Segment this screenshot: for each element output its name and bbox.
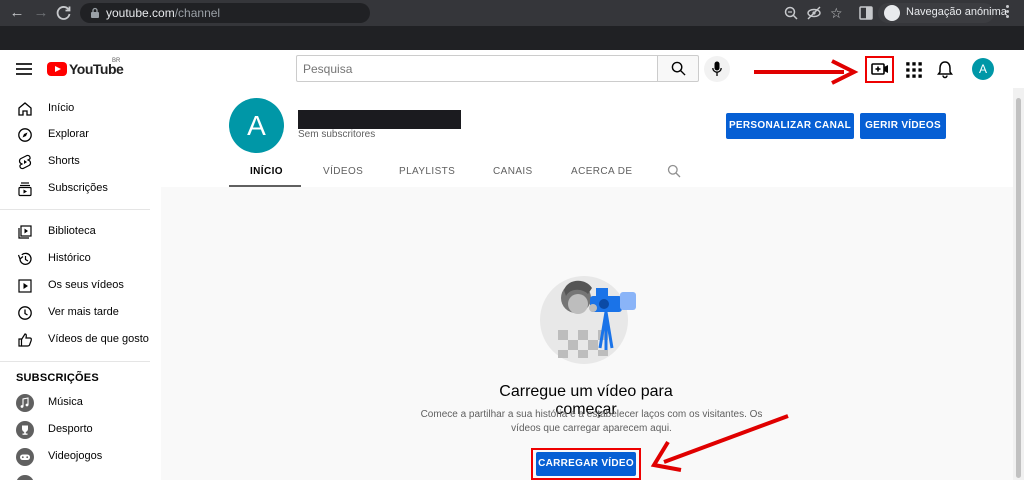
search-input[interactable]: Pesquisa (296, 55, 658, 82)
address-bar[interactable]: youtube.com/channel (80, 3, 370, 23)
sidebar-item-label: Shorts (48, 155, 80, 167)
upload-video-button[interactable]: CARREGAR VÍDEO (536, 452, 636, 476)
music-icon (16, 394, 34, 412)
zoom-icon[interactable] (783, 5, 799, 21)
sidebar-item-label: Música (48, 396, 83, 408)
sidebar-item-sports[interactable]: Desporto (0, 417, 161, 443)
scrollbar-thumb[interactable] (1016, 98, 1021, 478)
trophy-icon (16, 421, 34, 439)
incognito-icon (884, 5, 900, 21)
sidebar-item-home[interactable]: Início (0, 96, 161, 122)
active-tab-indicator (229, 185, 301, 187)
sidebar-item-explore[interactable]: Explorar (0, 122, 161, 148)
channel-name-redacted (298, 110, 461, 129)
sidebar-item-label: Os seus vídeos (48, 279, 124, 291)
page-scrollbar[interactable] (1013, 88, 1024, 480)
voice-search-button[interactable] (704, 56, 730, 82)
youtube-logo-icon[interactable] (47, 62, 67, 76)
create-video-icon[interactable] (870, 59, 890, 79)
region-code: BR (112, 58, 121, 64)
shorts-icon (18, 154, 32, 170)
youtube-header: YouTube BR Pesquisa A (0, 50, 1024, 88)
eye-slash-icon[interactable] (806, 5, 822, 21)
sidebar-item-history[interactable]: Histórico (0, 246, 161, 272)
reload-icon[interactable] (55, 4, 73, 22)
library-icon (18, 225, 32, 239)
subscriptions-icon (18, 182, 32, 197)
microphone-icon (712, 61, 722, 76)
tab-videos[interactable]: VÍDEOS (323, 166, 363, 177)
search-icon (671, 61, 686, 76)
tab-home[interactable]: INÍCIO (250, 166, 283, 177)
manage-videos-button[interactable]: GERIR VÍDEOS (860, 113, 946, 139)
url-text: youtube.com/channel (106, 6, 221, 20)
annotation-arrow-icon (650, 414, 789, 472)
compass-icon (18, 128, 32, 142)
lock-icon (91, 7, 99, 18)
sidebar-item-your-videos[interactable]: Os seus vídeos (0, 273, 161, 299)
channel-avatar[interactable]: A (229, 98, 284, 153)
channel-avatar-icon (16, 475, 34, 480)
bell-icon[interactable] (935, 59, 955, 79)
upload-button-highlight: CARREGAR VÍDEO (531, 448, 641, 480)
browser-toolbar: ← → youtube.com/channel ☆ Navegação anón… (0, 0, 1024, 26)
side-panel-icon[interactable] (858, 5, 874, 21)
tab-playlists[interactable]: PLAYLISTS (399, 166, 455, 177)
sidebar-item-label: Histórico (48, 252, 91, 264)
your-videos-icon (18, 279, 32, 293)
tab-channels[interactable]: CANAIS (493, 166, 533, 177)
subscriptions-heading: SUBSCRIÇÕES (16, 372, 99, 384)
sidebar: Início Explorar Shorts Subscrições Bibli… (0, 88, 161, 480)
search-placeholder: Pesquisa (303, 62, 353, 76)
sidebar-item-partial[interactable] (0, 471, 161, 480)
search-button[interactable] (657, 55, 699, 82)
channel-header: A Sem subscritores PERSONALIZAR CANAL GE… (161, 88, 1024, 187)
sidebar-item-label: Início (48, 102, 75, 114)
sidebar-item-label: Desporto (48, 423, 93, 435)
channel-page: A Sem subscritores PERSONALIZAR CANAL GE… (161, 88, 1024, 480)
home-icon (18, 102, 32, 116)
camera-person-illustration-icon (540, 276, 636, 364)
annotation-arrow-icon (754, 59, 859, 85)
apps-grid-icon[interactable] (904, 60, 924, 80)
sidebar-item-label: Explorar (48, 128, 89, 140)
tab-about[interactable]: ACERCA DE (571, 166, 632, 177)
forward-arrow-icon[interactable]: → (32, 4, 50, 22)
sidebar-item-library[interactable]: Biblioteca (0, 219, 161, 245)
browser-tab-strip (0, 26, 1024, 50)
thumbs-up-icon (18, 333, 32, 347)
browser-menu-icon[interactable] (1004, 5, 1010, 21)
hamburger-menu-icon[interactable] (16, 63, 32, 75)
sidebar-item-subscriptions[interactable]: Subscrições (0, 176, 161, 202)
history-icon (17, 252, 32, 265)
subscriber-count: Sem subscritores (298, 129, 376, 140)
sidebar-item-liked-videos[interactable]: Vídeos de que gosto (0, 327, 161, 353)
sidebar-item-label: Ver mais tarde (48, 306, 119, 318)
incognito-label: Navegação anónima (906, 6, 1007, 18)
sidebar-item-watch-later[interactable]: Ver mais tarde (0, 300, 161, 326)
sidebar-item-label: Biblioteca (48, 225, 96, 237)
sidebar-item-label: Subscrições (48, 182, 108, 194)
incognito-badge[interactable]: Navegação anónima (878, 3, 1007, 23)
back-arrow-icon[interactable]: ← (8, 4, 26, 22)
star-icon[interactable]: ☆ (830, 5, 846, 21)
sidebar-divider (0, 361, 150, 362)
channel-search-icon[interactable] (667, 164, 681, 178)
sidebar-item-label: Vídeos de que gosto (48, 333, 149, 345)
account-avatar[interactable]: A (972, 58, 994, 80)
customize-channel-button[interactable]: PERSONALIZAR CANAL (726, 113, 854, 139)
sidebar-item-shorts[interactable]: Shorts (0, 149, 161, 175)
gamepad-icon (16, 448, 34, 466)
sidebar-item-music[interactable]: Música (0, 390, 161, 416)
sidebar-divider (0, 209, 150, 210)
clock-icon (18, 306, 32, 320)
sidebar-item-gaming[interactable]: Videojogos (0, 444, 161, 470)
sidebar-item-label: Videojogos (48, 450, 103, 462)
